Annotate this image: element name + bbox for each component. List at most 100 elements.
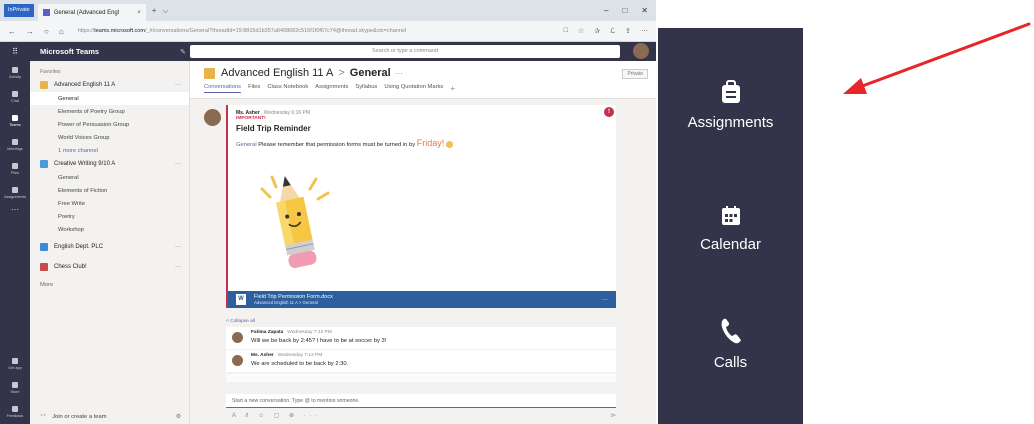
channel-mention[interactable]: General bbox=[236, 142, 257, 148]
maximize-button[interactable]: □ bbox=[622, 6, 627, 15]
file-more-icon[interactable]: ··· bbox=[602, 297, 608, 303]
send-button[interactable]: ⊳ bbox=[611, 412, 616, 419]
rail-files[interactable]: Files bbox=[0, 157, 30, 181]
team-more-icon[interactable]: ··· bbox=[175, 244, 181, 250]
tab-conversations[interactable]: Conversations bbox=[204, 84, 242, 93]
tab-close-icon[interactable]: × bbox=[137, 10, 141, 16]
reply-avatar[interactable] bbox=[232, 355, 243, 366]
tab-syllabus[interactable]: Syllabus bbox=[355, 84, 377, 93]
search-input[interactable]: Search or type a command bbox=[190, 45, 620, 58]
rail-feedback[interactable]: Feedback bbox=[0, 400, 30, 424]
minimize-button[interactable]: – bbox=[604, 6, 608, 15]
reply-message[interactable]: Fatima Zapata Wednesday 7:12 PM Will we b… bbox=[226, 327, 616, 349]
red-arrow-annotation bbox=[843, 22, 1031, 94]
word-file-icon: W bbox=[236, 294, 246, 305]
close-window-button[interactable]: ✕ bbox=[641, 6, 648, 15]
bell-icon bbox=[12, 67, 18, 73]
more-teams-link[interactable]: More bbox=[30, 274, 189, 296]
channel-general[interactable]: General bbox=[30, 92, 189, 105]
channel-main: Advanced English 11 A > General ··· Priv… bbox=[190, 61, 656, 424]
channel-item[interactable]: Elements of Poetry Group bbox=[30, 105, 189, 118]
url-domain: teams.microsoft.com bbox=[94, 28, 145, 34]
channel-item[interactable]: Workshop bbox=[30, 223, 189, 236]
rail-assignments[interactable]: Assignments bbox=[0, 181, 30, 205]
rail-get-app[interactable]: Get app bbox=[0, 352, 30, 376]
forward-icon[interactable]: → bbox=[26, 27, 34, 36]
rail-more-button[interactable]: ··· bbox=[0, 205, 30, 214]
collapse-all-link[interactable]: ˄ Collapse all bbox=[226, 319, 255, 324]
team-more-icon[interactable]: ··· bbox=[175, 161, 181, 167]
compose-icon[interactable]: ✎ bbox=[180, 48, 186, 56]
zoom-calendar[interactable]: Calendar bbox=[658, 206, 803, 253]
back-icon[interactable]: ← bbox=[8, 27, 16, 36]
home-icon[interactable]: ⌂ bbox=[59, 27, 64, 36]
rail-teams[interactable]: Teams bbox=[0, 109, 30, 133]
channel-item[interactable]: General bbox=[30, 171, 189, 184]
zoom-assignments[interactable]: Assignments bbox=[658, 80, 803, 131]
favorites-heading: Favorites bbox=[40, 69, 61, 75]
favorites-hub-icon[interactable]: ✰ bbox=[594, 27, 600, 35]
files-icon bbox=[12, 163, 18, 169]
format-toolbar[interactable]: A ∂ ☺ ▢ ⊕ ··· bbox=[232, 412, 322, 419]
chat-icon bbox=[12, 91, 18, 97]
breadcrumb-separator: > bbox=[338, 67, 345, 79]
zoomed-rail-panel: Assignments Calendar Calls bbox=[658, 28, 803, 424]
channel-item[interactable]: World Voices Group bbox=[30, 131, 189, 144]
rail-chat[interactable]: Chat bbox=[0, 85, 30, 109]
add-tab-button[interactable]: + bbox=[450, 84, 455, 93]
message-card[interactable]: Ms. Asher Wednesday 6:16 PM IMPORTANT! Fi… bbox=[226, 105, 616, 308]
zoom-label: Assignments bbox=[687, 114, 774, 131]
channel-item[interactable]: Poetry bbox=[30, 210, 189, 223]
rail-meetings[interactable]: Meetings bbox=[0, 133, 30, 157]
new-tab-button[interactable]: + bbox=[152, 6, 157, 15]
zoom-label: Calls bbox=[713, 354, 748, 371]
tab-files[interactable]: Files bbox=[248, 84, 260, 93]
team-english-dept[interactable]: English Dept. PLC ··· bbox=[30, 240, 189, 254]
more-channels-link[interactable]: 1 more channel bbox=[30, 144, 189, 157]
tab-quotation-marks[interactable]: Using Quotation Marks bbox=[384, 84, 443, 93]
message-body: General Please remember that permission … bbox=[236, 138, 453, 148]
app-launcher-icon[interactable]: ⠿ bbox=[0, 47, 30, 56]
channel-item[interactable]: Free Write bbox=[30, 197, 189, 210]
team-chess-club[interactable]: Chess Club! ··· bbox=[30, 260, 189, 274]
channel-item[interactable]: Elements of Fiction bbox=[30, 184, 189, 197]
team-title[interactable]: Advanced English 11 A bbox=[221, 67, 333, 79]
pencil-sticker-icon bbox=[260, 175, 330, 268]
team-icon bbox=[40, 81, 48, 89]
new-conversation-input[interactable]: Start a new conversation. Type @ to ment… bbox=[226, 394, 616, 408]
zoom-calls[interactable]: Calls bbox=[658, 318, 803, 371]
browser-tab[interactable]: General (Advanced Engl × bbox=[37, 4, 146, 21]
user-avatar[interactable] bbox=[633, 43, 649, 59]
channel-item[interactable]: Power of Persuasion Group bbox=[30, 118, 189, 131]
author-avatar[interactable] bbox=[204, 109, 221, 126]
team-list: Favorites Advanced English 11 A ··· Gener… bbox=[30, 61, 190, 424]
teams-icon bbox=[12, 115, 18, 121]
team-more-icon[interactable]: ··· bbox=[175, 82, 181, 88]
reply-message[interactable]: Ms. Asher Wednesday 7:13 PM We are schedu… bbox=[226, 350, 616, 372]
more-icon[interactable]: ⋯ bbox=[641, 27, 648, 35]
team-creative-writing[interactable]: Creative Writing 9/10 A ··· bbox=[30, 157, 189, 171]
url-field[interactable]: https://teams.microsoft.com/_#/conversat… bbox=[78, 25, 538, 38]
gear-icon[interactable]: ⚙ bbox=[176, 414, 181, 420]
team-icon bbox=[204, 67, 215, 79]
tab-assignments[interactable]: Assignments bbox=[315, 84, 348, 93]
refresh-icon[interactable]: ○ bbox=[44, 27, 49, 36]
team-more-icon[interactable]: ··· bbox=[175, 264, 181, 270]
rail-label: Store bbox=[10, 390, 20, 394]
reply-avatar[interactable] bbox=[232, 332, 243, 343]
pen-icon[interactable]: ℒ bbox=[610, 27, 615, 35]
file-attachment[interactable]: W Field Trip Permission Form.docx Advanc… bbox=[228, 291, 616, 308]
rail-store[interactable]: Store bbox=[0, 376, 30, 400]
channel-more-icon[interactable]: ··· bbox=[395, 69, 403, 78]
importance-label: IMPORTANT! bbox=[236, 116, 266, 121]
reply-time: Wednesday 7:13 PM bbox=[277, 353, 323, 358]
join-create-team[interactable]: ⁺⁺ Join or create a team ⚙ bbox=[40, 414, 181, 420]
favorite-star-icon[interactable]: ☆ bbox=[578, 27, 584, 35]
tab-class-notebook[interactable]: Class Notebook bbox=[267, 84, 308, 93]
rail-activity[interactable]: Activity bbox=[0, 61, 30, 85]
tab-list-button[interactable]: ⌵ bbox=[162, 6, 168, 16]
reading-view-icon[interactable]: □ bbox=[564, 27, 568, 35]
team-advanced-english[interactable]: Advanced English 11 A ··· bbox=[30, 78, 189, 92]
reply-message-partial bbox=[226, 374, 616, 382]
share-icon[interactable]: ⇪ bbox=[625, 27, 631, 35]
